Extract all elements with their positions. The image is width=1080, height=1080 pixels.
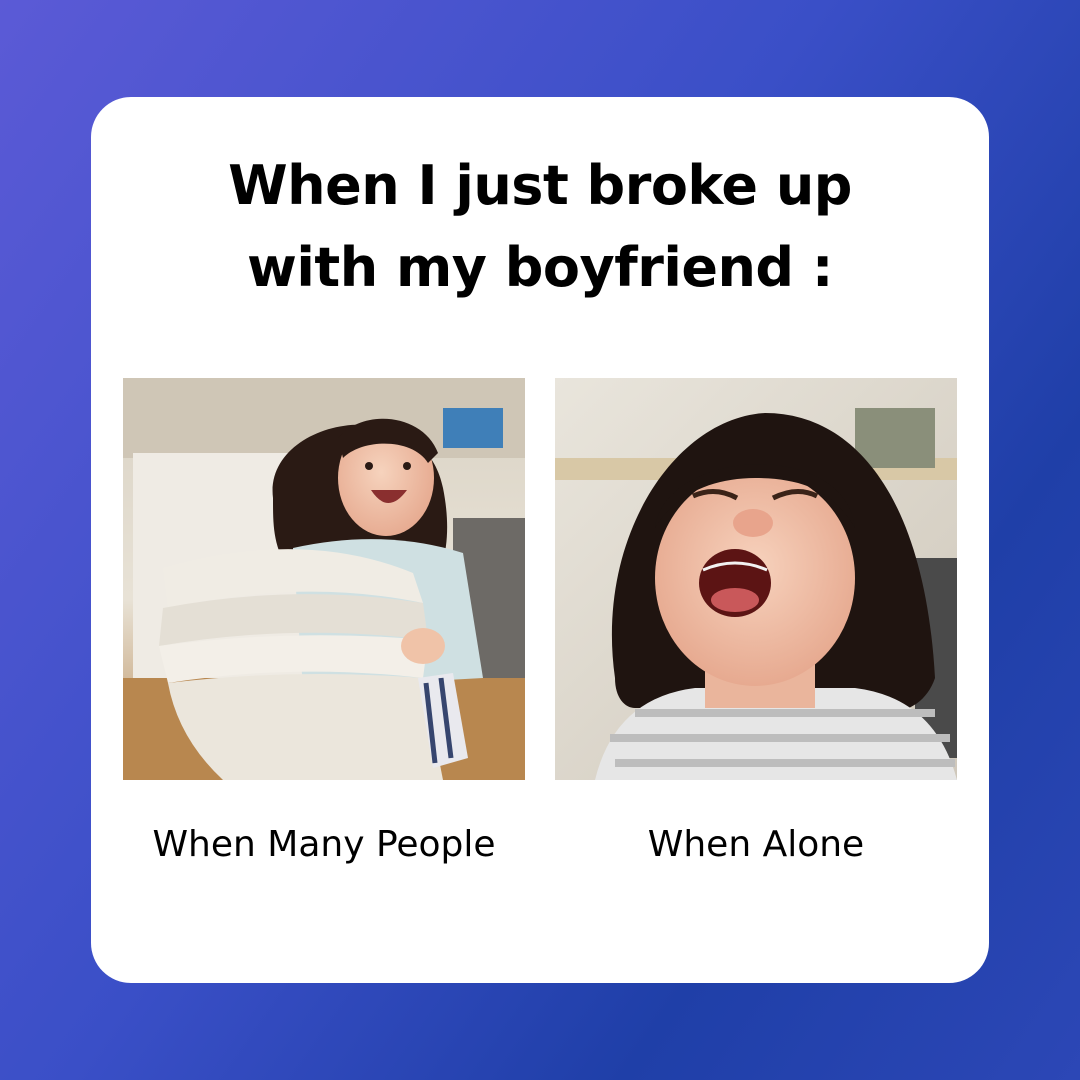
title-line-2: with my boyfriend :	[247, 236, 833, 299]
laughing-girl-with-towels-photo	[123, 378, 525, 780]
crying-girl-photo	[555, 378, 957, 780]
caption-many-people: When Many People	[152, 824, 496, 865]
meme-title: When I just broke up with my boyfriend :	[91, 145, 989, 309]
title-line-1: When I just broke up	[228, 154, 852, 217]
caption-alone: When Alone	[647, 824, 865, 865]
meme-card: When I just broke up with my boyfriend :	[91, 97, 989, 983]
